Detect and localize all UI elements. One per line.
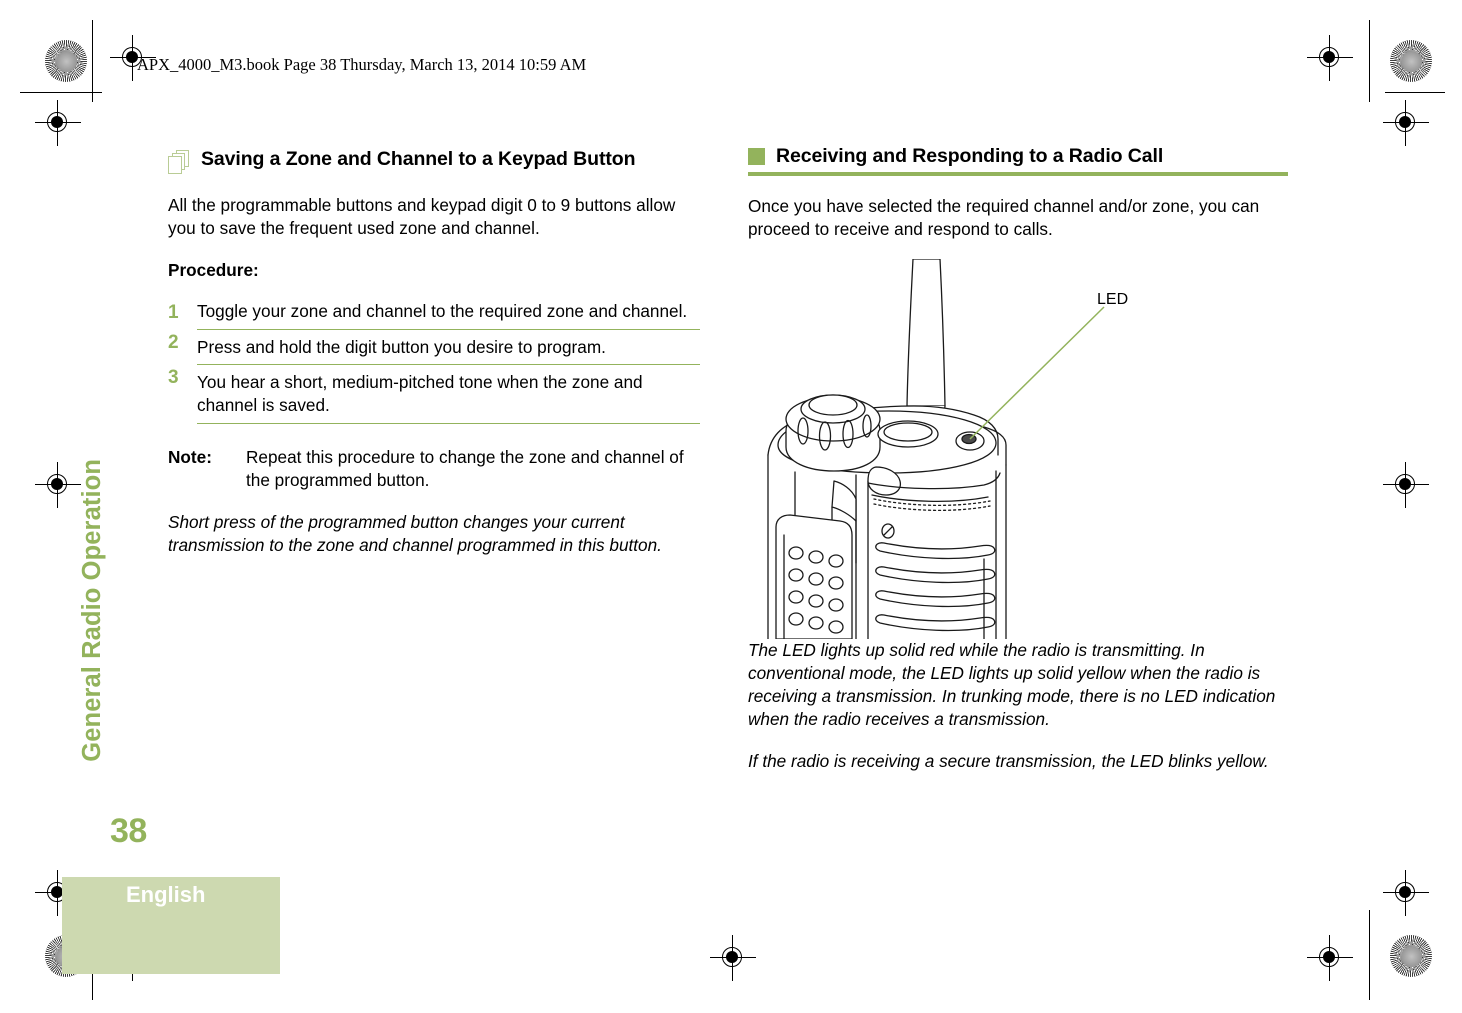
step-text: Press and hold the digit button you desi… <box>197 336 606 357</box>
step-body: You hear a short, medium-pitched tone wh… <box>197 365 700 425</box>
procedure-step: 1 Toggle your zone and channel to the re… <box>168 300 700 330</box>
trim-line-bottom-right-v <box>1369 910 1371 1000</box>
registration-mark-bottom-center <box>710 935 756 981</box>
procedure-list: 1 Toggle your zone and channel to the re… <box>168 300 700 425</box>
step-body: Toggle your zone and channel to the requ… <box>197 300 700 330</box>
registration-rosette-top-right <box>1390 40 1432 82</box>
trim-line-top-left-v <box>92 20 94 102</box>
registration-mark-bottom-right-inner <box>1383 870 1429 916</box>
step-number: 1 <box>168 301 179 323</box>
note-block: Note: Repeat this procedure to change th… <box>168 446 700 492</box>
left-heading-text: Saving a Zone and Channel to a Keypad Bu… <box>201 148 636 170</box>
page-number: 38 <box>110 812 147 850</box>
step-text: You hear a short, medium-pitched tone wh… <box>197 372 643 416</box>
note-text: Repeat this procedure to change the zone… <box>246 447 684 490</box>
registration-mark-left-middle <box>35 462 81 508</box>
step-number: 3 <box>168 367 179 389</box>
green-square-bullet-icon <box>748 147 765 165</box>
registration-mark-top-left-inner <box>35 100 81 146</box>
language-label: English <box>126 882 206 907</box>
trim-line-top-left-h <box>20 92 102 94</box>
trim-line-top-right-v <box>1369 20 1371 102</box>
right-heading-text: Receiving and Responding to a Radio Call <box>776 145 1164 167</box>
left-section-heading: Saving a Zone and Channel to a Keypad Bu… <box>168 148 700 175</box>
right-paragraph-2: If the radio is receiving a secure trans… <box>748 750 1269 771</box>
right-intro-paragraph: Once you have selected the required chan… <box>748 196 1260 240</box>
left-intro-paragraph: All the programmable buttons and keypad … <box>168 195 676 238</box>
registration-mark-top-right-inner <box>1383 100 1429 146</box>
registration-mark-bottom-right <box>1307 935 1353 981</box>
right-column: Receiving and Responding to a Radio Call… <box>748 145 1288 773</box>
note-label: Note: <box>168 447 212 468</box>
stacked-pages-icon <box>168 150 192 175</box>
right-paragraph-1: The LED lights up solid red while the ra… <box>748 640 1276 729</box>
registration-rosette-top-left <box>45 40 87 82</box>
right-section-heading: Receiving and Responding to a Radio Call <box>748 145 1288 177</box>
trim-line-top-right-h <box>1385 92 1445 94</box>
registration-mark-top-right <box>1307 35 1353 81</box>
procedure-label: Procedure: <box>168 259 259 280</box>
heading-rule <box>748 172 1288 177</box>
step-text: Toggle your zone and channel to the requ… <box>197 300 688 321</box>
chapter-title: General Radio Operation <box>78 459 106 762</box>
registration-mark-right-middle <box>1383 462 1429 508</box>
step-body: Press and hold the digit button you desi… <box>197 330 700 366</box>
radio-figure: LED <box>748 259 1288 640</box>
procedure-step: 3 You hear a short, medium-pitched tone … <box>168 365 700 425</box>
led-callout-label: LED <box>1097 291 1129 309</box>
step-number: 2 <box>168 331 179 353</box>
running-file-header: APX_4000_M3.book Page 38 Thursday, March… <box>137 55 587 74</box>
procedure-step: 2 Press and hold the digit button you de… <box>168 330 700 366</box>
left-italic-note: Short press of the programmed button cha… <box>168 511 662 555</box>
left-column: Saving a Zone and Channel to a Keypad Bu… <box>168 148 700 557</box>
portable-radio-illustration <box>767 259 1105 640</box>
led-leader-line <box>969 306 1105 440</box>
registration-rosette-bottom-right <box>1390 935 1432 977</box>
